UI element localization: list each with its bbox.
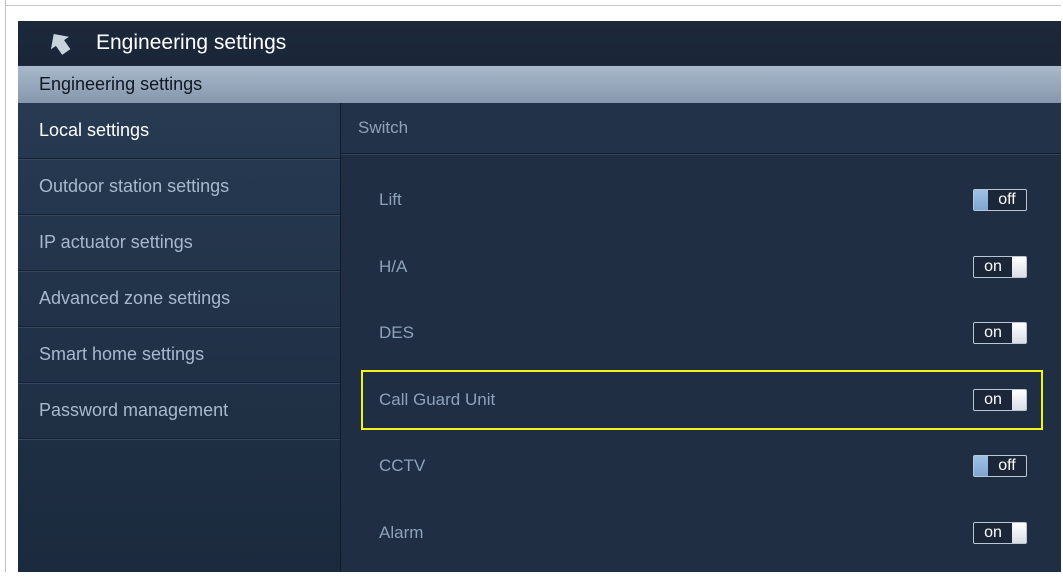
sidebar-item-label: IP actuator settings xyxy=(39,232,193,252)
switch-row-lift: Lift off xyxy=(361,170,1043,230)
toggle-state: on xyxy=(984,258,1002,275)
sidebar-item-local-settings[interactable]: Local settings xyxy=(18,103,340,159)
switch-row-ha: H/A on xyxy=(361,237,1043,297)
sidebar-item-label: Advanced zone settings xyxy=(39,288,231,308)
cctv-toggle[interactable]: off xyxy=(973,455,1027,477)
switch-row-des: DES on xyxy=(361,303,1043,363)
toggle-knob xyxy=(1012,390,1026,410)
toggle-knob xyxy=(1012,257,1026,277)
sidebar-item-label: Password management xyxy=(39,400,229,420)
toggle-state: on xyxy=(984,391,1002,408)
sidebar-item-smart-home-settings[interactable]: Smart home settings xyxy=(18,327,340,383)
back-button[interactable] xyxy=(44,27,76,59)
back-arrow-icon xyxy=(50,33,71,55)
switch-panel: Switch Lift off H/A on DES on Call Guard… xyxy=(341,103,1061,572)
sidebar-item-advanced-zone-settings[interactable]: Advanced zone settings xyxy=(18,271,340,327)
switch-label: DES xyxy=(379,323,414,342)
switch-row-cctv: CCTV off xyxy=(361,436,1043,496)
switch-label: CCTV xyxy=(379,456,426,475)
device-screen: Engineering settings Engineering setting… xyxy=(18,21,1061,572)
subheader-title: Engineering settings xyxy=(39,74,203,94)
toggle-knob xyxy=(1012,323,1026,343)
switch-row-alarm: Alarm on xyxy=(361,503,1043,563)
section-title: Switch xyxy=(358,118,409,137)
toggle-state: on xyxy=(984,524,1002,541)
sidebar-item-label: Smart home settings xyxy=(39,344,205,364)
sidebar-item-ip-actuator-settings[interactable]: IP actuator settings xyxy=(18,215,340,271)
toggle-knob xyxy=(974,190,988,210)
switch-label: Call Guard Unit xyxy=(379,390,496,409)
title-bar: Engineering settings xyxy=(18,21,1061,65)
toggle-knob xyxy=(974,456,988,476)
sidebar-item-label: Local settings xyxy=(39,120,150,140)
des-toggle[interactable]: on xyxy=(973,322,1027,344)
sidebar-item-password-management[interactable]: Password management xyxy=(18,383,340,439)
window-title: Engineering settings xyxy=(96,31,287,54)
toggle-state: off xyxy=(998,457,1016,474)
section-header: Switch xyxy=(341,103,1061,154)
switch-label: Alarm xyxy=(379,523,424,542)
switch-row-call-guard-unit: Call Guard Unit on xyxy=(361,370,1043,430)
switch-label: H/A xyxy=(379,257,408,276)
lift-toggle[interactable]: off xyxy=(973,189,1027,211)
sub-header: Engineering settings xyxy=(18,66,1061,103)
sidebar-item-outdoor-station-settings[interactable]: Outdoor station settings xyxy=(18,159,340,215)
sidebar: Local settings Outdoor station settings … xyxy=(18,103,340,572)
ha-toggle[interactable]: on xyxy=(973,256,1027,278)
alarm-toggle[interactable]: on xyxy=(973,522,1027,544)
switch-label: Lift xyxy=(379,190,402,209)
call-guard-unit-toggle[interactable]: on xyxy=(973,389,1027,411)
toggle-state: on xyxy=(984,324,1002,341)
toggle-state: off xyxy=(998,191,1016,208)
sidebar-item-label: Outdoor station settings xyxy=(39,176,230,196)
toggle-knob xyxy=(1012,523,1026,543)
